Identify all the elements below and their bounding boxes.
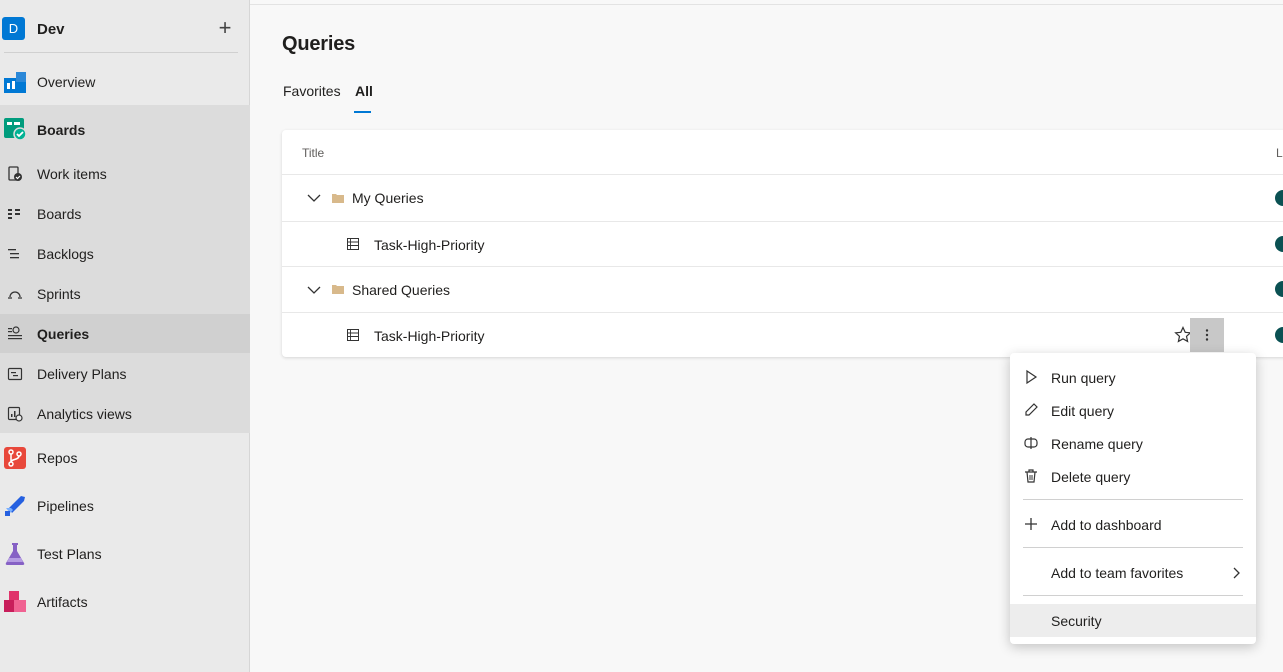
nav-artifacts[interactable]: Artifacts xyxy=(0,585,250,619)
queries-table: Title La My Queries Task-High-Priority S… xyxy=(282,130,1283,357)
nav-analytics-views[interactable]: Analytics views xyxy=(0,397,250,431)
nav-test-plans[interactable]: Test Plans xyxy=(0,537,250,571)
nav-artifacts-label: Artifacts xyxy=(37,594,88,610)
nav-backlogs[interactable]: Backlogs xyxy=(0,237,250,271)
left-navigation: D Dev + Overview Boards Work items Board… xyxy=(0,0,250,672)
folder-name[interactable]: Shared Queries xyxy=(352,282,450,298)
boards-hub-icon xyxy=(4,118,27,141)
nav-pipelines[interactable]: Pipelines xyxy=(0,489,250,523)
nav-analytics-views-label: Analytics views xyxy=(37,406,132,422)
nav-repos[interactable]: Repos xyxy=(0,441,250,475)
column-header-last[interactable]: La xyxy=(1276,146,1283,160)
menu-add-to-team-favorites[interactable]: Add to team favorites xyxy=(1010,556,1256,589)
delivery-plans-icon xyxy=(7,367,23,381)
more-vertical-icon xyxy=(1205,329,1209,341)
trash-icon xyxy=(1025,469,1037,483)
table-row[interactable]: My Queries xyxy=(282,174,1283,221)
chevron-right-icon xyxy=(1233,567,1240,579)
folder-icon xyxy=(332,285,344,294)
menu-delete-query[interactable]: Delete query xyxy=(1010,460,1256,493)
query-list-icon xyxy=(347,329,359,341)
nav-boards[interactable]: Boards xyxy=(0,197,250,231)
nav-backlogs-label: Backlogs xyxy=(37,246,94,262)
page-title: Queries xyxy=(282,33,356,55)
chevron-down-icon[interactable] xyxy=(306,190,322,206)
nav-work-items[interactable]: Work items xyxy=(0,157,250,191)
table-row[interactable]: Task-High-Priority xyxy=(282,221,1283,266)
project-name[interactable]: Dev xyxy=(37,21,65,38)
work-items-icon xyxy=(8,166,22,181)
project-header[interactable]: D Dev + xyxy=(0,12,250,46)
nav-queries-label: Queries xyxy=(37,325,90,342)
menu-item-label: Security xyxy=(1051,613,1102,629)
chevron-down-icon[interactable] xyxy=(306,282,322,298)
overview-icon xyxy=(4,72,26,93)
nav-pipelines-label: Pipelines xyxy=(37,498,94,514)
rename-icon xyxy=(1024,437,1038,449)
more-actions-button[interactable] xyxy=(1190,318,1224,352)
nav-sprints[interactable]: Sprints xyxy=(0,277,250,311)
nav-overview-label: Overview xyxy=(37,74,96,90)
avatar xyxy=(1275,236,1283,252)
queries-icon xyxy=(8,326,22,340)
column-header-title[interactable]: Title xyxy=(302,146,324,160)
folder-name[interactable]: My Queries xyxy=(352,190,424,206)
artifacts-icon xyxy=(4,591,26,612)
query-name[interactable]: Task-High-Priority xyxy=(374,328,484,344)
nav-queries[interactable]: Queries xyxy=(0,314,250,353)
folder-icon xyxy=(332,194,344,203)
analytics-views-icon xyxy=(7,406,23,422)
query-list-icon xyxy=(347,238,359,250)
nav-boards-hub-label: Boards xyxy=(37,122,86,138)
nav-repos-label: Repos xyxy=(37,450,78,466)
sprints-icon xyxy=(8,291,22,299)
query-context-menu: Run query Edit query Rename query Delete… xyxy=(1010,353,1256,644)
avatar xyxy=(1275,327,1283,343)
nav-boards-hub[interactable]: Boards xyxy=(0,113,250,147)
boards-icon xyxy=(8,209,20,219)
menu-item-label: Rename query xyxy=(1051,436,1143,452)
avatar xyxy=(1275,281,1283,297)
divider xyxy=(4,52,238,53)
menu-divider xyxy=(1023,595,1243,596)
menu-item-label: Add to team favorites xyxy=(1051,565,1184,581)
nav-delivery-plans-label: Delivery Plans xyxy=(37,366,127,382)
tab-favorites[interactable]: Favorites xyxy=(283,83,341,99)
table-row[interactable]: Shared Queries xyxy=(282,266,1283,312)
test-plans-icon xyxy=(5,543,25,565)
nav-overview[interactable]: Overview xyxy=(0,65,250,99)
menu-add-to-dashboard[interactable]: Add to dashboard xyxy=(1010,508,1256,541)
nav-boards-label: Boards xyxy=(37,206,82,222)
pipelines-icon xyxy=(5,496,25,516)
menu-run-query[interactable]: Run query xyxy=(1010,361,1256,394)
menu-item-label: Delete query xyxy=(1051,469,1131,485)
tab-selected-indicator xyxy=(354,111,371,113)
menu-item-label: Add to dashboard xyxy=(1051,517,1162,533)
menu-security[interactable]: Security xyxy=(1010,604,1256,637)
query-name[interactable]: Task-High-Priority xyxy=(374,237,484,253)
nav-test-plans-label: Test Plans xyxy=(37,546,102,562)
play-icon xyxy=(1026,369,1038,385)
repos-icon xyxy=(4,447,26,469)
project-avatar: D xyxy=(2,17,25,40)
menu-edit-query[interactable]: Edit query xyxy=(1010,394,1256,427)
nav-sprints-label: Sprints xyxy=(37,286,81,302)
nav-delivery-plans[interactable]: Delivery Plans xyxy=(0,357,250,391)
pencil-icon xyxy=(1025,403,1038,416)
menu-divider xyxy=(1023,499,1243,500)
plus-icon xyxy=(1025,518,1037,530)
avatar xyxy=(1275,190,1283,206)
tab-all[interactable]: All xyxy=(355,83,373,99)
menu-item-label: Edit query xyxy=(1051,403,1115,419)
header-divider xyxy=(250,4,1283,5)
new-item-button[interactable]: + xyxy=(214,14,236,42)
backlogs-icon xyxy=(8,249,19,259)
menu-item-label: Run query xyxy=(1051,370,1116,386)
nav-work-items-label: Work items xyxy=(37,166,107,182)
table-row[interactable]: Task-High-Priority xyxy=(282,312,1283,357)
menu-divider xyxy=(1023,547,1243,548)
menu-rename-query[interactable]: Rename query xyxy=(1010,427,1256,460)
